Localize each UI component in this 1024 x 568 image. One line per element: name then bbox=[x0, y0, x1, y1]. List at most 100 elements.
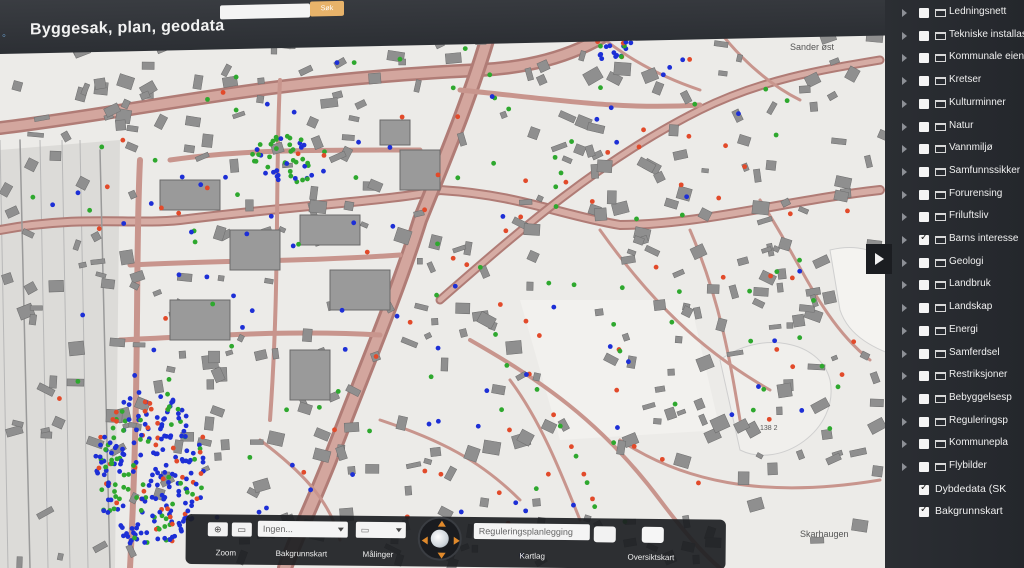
map-point-marker[interactable] bbox=[353, 175, 359, 180]
layer-item[interactable]: Forurensing bbox=[885, 186, 1024, 208]
map-point-marker[interactable] bbox=[742, 164, 748, 170]
map-point-marker[interactable] bbox=[153, 442, 159, 448]
map-point-marker[interactable] bbox=[121, 472, 127, 478]
map-point-marker[interactable] bbox=[183, 500, 188, 506]
map-point-marker[interactable] bbox=[264, 505, 269, 511]
map-point-marker[interactable] bbox=[183, 413, 189, 419]
map-view[interactable]: Sander øst Skarhaugen 138 2 bbox=[0, 0, 910, 568]
layer-checkbox[interactable] bbox=[919, 482, 929, 495]
map-point-marker[interactable] bbox=[189, 503, 194, 509]
map-point-marker[interactable] bbox=[573, 453, 579, 459]
map-point-marker[interactable] bbox=[156, 526, 162, 532]
map-point-marker[interactable] bbox=[839, 372, 845, 378]
map-point-marker[interactable] bbox=[170, 397, 176, 403]
map-point-marker[interactable] bbox=[546, 280, 552, 286]
map-point-marker[interactable] bbox=[142, 399, 148, 405]
map-point-marker[interactable] bbox=[342, 346, 348, 352]
map-point-marker[interactable] bbox=[660, 72, 666, 78]
map-point-marker[interactable] bbox=[750, 407, 756, 413]
map-point-marker[interactable] bbox=[120, 451, 126, 457]
map-point-marker[interactable] bbox=[628, 40, 634, 46]
map-point-marker[interactable] bbox=[153, 496, 159, 502]
map-point-marker[interactable] bbox=[614, 387, 620, 393]
map-point-marker[interactable] bbox=[455, 114, 461, 120]
map-point-marker[interactable] bbox=[151, 347, 157, 353]
map-point-marker[interactable] bbox=[296, 241, 301, 247]
map-point-marker[interactable] bbox=[723, 143, 728, 149]
expand-arrow-icon[interactable] bbox=[902, 54, 907, 63]
map-point-marker[interactable] bbox=[159, 422, 165, 427]
map-point-marker[interactable] bbox=[179, 407, 185, 413]
map-point-marker[interactable] bbox=[179, 174, 185, 180]
map-point-marker[interactable] bbox=[551, 304, 557, 310]
map-point-marker[interactable] bbox=[150, 472, 155, 478]
map-point-marker[interactable] bbox=[581, 471, 587, 477]
map-point-marker[interactable] bbox=[290, 157, 296, 163]
layer-checkbox[interactable] bbox=[919, 76, 929, 87]
map-point-marker[interactable] bbox=[265, 164, 271, 170]
map-point-marker[interactable] bbox=[552, 154, 558, 160]
map-point-marker[interactable] bbox=[497, 302, 503, 307]
map-point-marker[interactable] bbox=[308, 487, 314, 493]
map-point-marker[interactable] bbox=[284, 407, 289, 413]
layer-item[interactable]: Natur bbox=[885, 118, 1024, 140]
map-point-marker[interactable] bbox=[301, 469, 307, 475]
map-point-marker[interactable] bbox=[489, 94, 495, 99]
map-point-marker[interactable] bbox=[254, 147, 260, 152]
layer-item[interactable]: Bakgrunnskart bbox=[885, 503, 1024, 525]
map-point-marker[interactable] bbox=[179, 528, 184, 534]
map-point-marker[interactable] bbox=[141, 488, 147, 494]
map-point-marker[interactable] bbox=[134, 525, 140, 531]
map-point-marker[interactable] bbox=[455, 175, 461, 181]
map-point-marker[interactable] bbox=[107, 440, 113, 446]
map-point-marker[interactable] bbox=[851, 339, 857, 345]
map-point-marker[interactable] bbox=[524, 372, 529, 377]
expand-arrow-icon[interactable] bbox=[902, 394, 907, 403]
map-point-marker[interactable] bbox=[364, 249, 370, 255]
map-point-marker[interactable] bbox=[166, 484, 172, 490]
map-point-marker[interactable] bbox=[611, 321, 617, 327]
map-point-marker[interactable] bbox=[99, 459, 104, 465]
expand-arrow-icon[interactable] bbox=[902, 304, 907, 313]
layer-checkbox[interactable] bbox=[919, 439, 929, 450]
map-point-marker[interactable] bbox=[155, 536, 161, 542]
map-point-marker[interactable] bbox=[170, 445, 176, 451]
map-point-marker[interactable] bbox=[300, 177, 305, 183]
map-point-marker[interactable] bbox=[496, 490, 502, 496]
map-point-marker[interactable] bbox=[250, 151, 255, 157]
layer-checkbox[interactable] bbox=[919, 280, 929, 291]
map-point-marker[interactable] bbox=[288, 173, 294, 179]
map-point-marker[interactable] bbox=[175, 411, 181, 417]
map-point-marker[interactable] bbox=[104, 184, 110, 190]
map-point-marker[interactable] bbox=[199, 485, 204, 491]
map-point-marker[interactable] bbox=[716, 195, 722, 201]
layer-item[interactable]: Geologi bbox=[885, 254, 1024, 276]
pan-right-icon[interactable] bbox=[453, 536, 460, 545]
map-point-marker[interactable] bbox=[636, 144, 642, 150]
map-point-marker[interactable] bbox=[321, 168, 326, 174]
map-point-marker[interactable] bbox=[435, 241, 440, 247]
map-point-marker[interactable] bbox=[438, 471, 444, 477]
map-point-marker[interactable] bbox=[462, 46, 468, 51]
map-point-marker[interactable] bbox=[176, 488, 182, 494]
map-point-marker[interactable] bbox=[139, 496, 145, 502]
map-point-marker[interactable] bbox=[504, 362, 510, 368]
map-point-marker[interactable] bbox=[503, 228, 509, 234]
map-point-marker[interactable] bbox=[193, 481, 199, 487]
map-point-marker[interactable] bbox=[321, 153, 327, 158]
map-point-marker[interactable] bbox=[390, 223, 396, 229]
map-point-marker[interactable] bbox=[631, 443, 637, 449]
map-point-marker[interactable] bbox=[136, 390, 142, 395]
map-point-marker[interactable] bbox=[145, 425, 151, 431]
map-point-marker[interactable] bbox=[166, 376, 172, 382]
layer-checkbox[interactable] bbox=[919, 348, 929, 359]
zoom-in-icon[interactable]: ⊕ bbox=[207, 522, 228, 537]
map-point-marker[interactable] bbox=[267, 154, 272, 160]
map-point-marker[interactable] bbox=[687, 57, 693, 62]
map-point-marker[interactable] bbox=[142, 540, 148, 545]
map-point-marker[interactable] bbox=[653, 264, 659, 270]
map-point-marker[interactable] bbox=[292, 175, 298, 181]
search-button[interactable]: Søk bbox=[310, 0, 344, 17]
layer-item[interactable]: Landbruk bbox=[885, 276, 1024, 298]
map-point-marker[interactable] bbox=[220, 90, 226, 95]
